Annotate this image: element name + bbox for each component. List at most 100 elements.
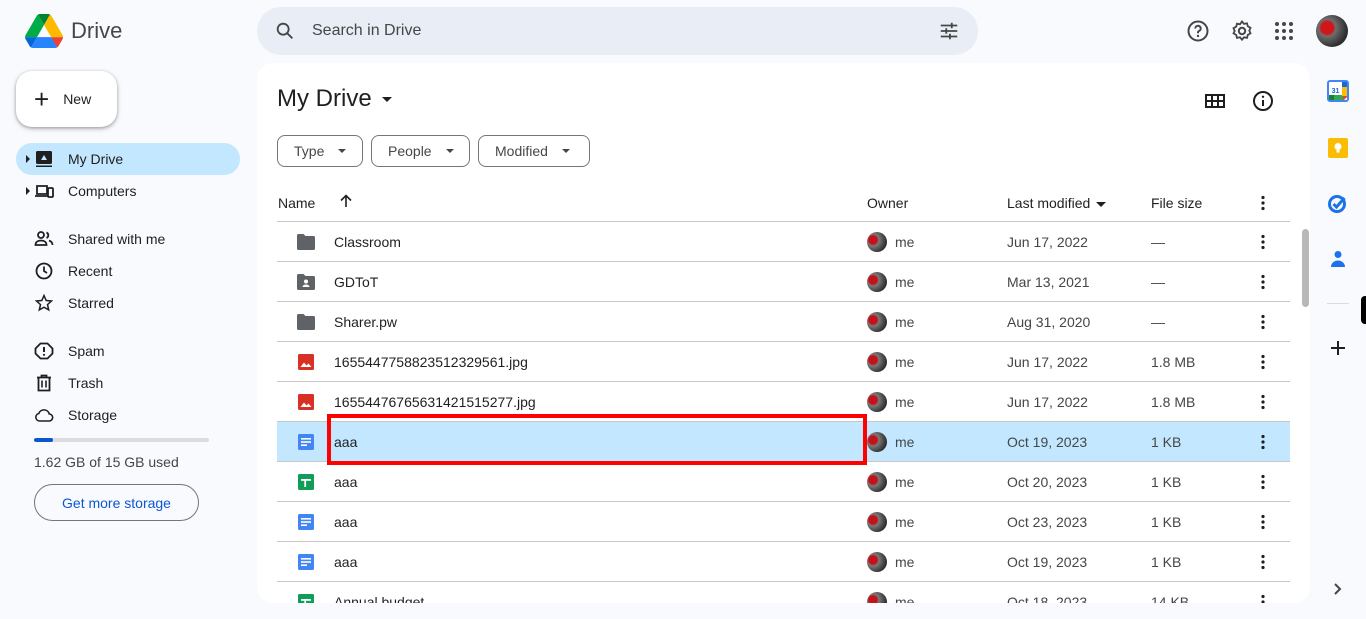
- file-name[interactable]: aaa: [334, 434, 357, 450]
- more-actions-icon[interactable]: [1253, 432, 1273, 452]
- file-row[interactable]: Classroom me Jun 17, 2022 —: [277, 222, 1290, 262]
- storage-usage-bar: [34, 438, 209, 442]
- more-actions-icon[interactable]: [1253, 392, 1273, 412]
- owner-avatar: [867, 432, 887, 452]
- shared-icon: [34, 231, 54, 246]
- sort-ascending-icon[interactable]: [338, 193, 354, 209]
- sidebar-item-spam[interactable]: Spam: [16, 335, 240, 367]
- expand-side-panel-chevron-icon[interactable]: [1328, 580, 1346, 598]
- new-button[interactable]: + New: [16, 71, 117, 127]
- file-row[interactable]: Sharer.pw me Aug 31, 2020 —: [277, 302, 1290, 342]
- sidebar-item-storage[interactable]: Storage: [16, 399, 240, 431]
- keep-icon[interactable]: [1327, 137, 1349, 159]
- more-actions-icon[interactable]: [1253, 472, 1273, 492]
- more-actions-icon[interactable]: [1253, 272, 1273, 292]
- trash-icon: [37, 374, 51, 392]
- search-input[interactable]: [312, 22, 872, 40]
- rail-divider: [1327, 303, 1349, 304]
- file-name[interactable]: aaa: [334, 554, 357, 570]
- account-avatar[interactable]: [1316, 15, 1348, 47]
- search-options-icon[interactable]: [938, 20, 960, 42]
- sidebar-item-my-drive[interactable]: My Drive: [16, 143, 240, 175]
- my-drive-title-dropdown[interactable]: My Drive: [277, 85, 392, 113]
- file-name[interactable]: 16554476765631421515277.jpg: [334, 394, 536, 410]
- file-name[interactable]: aaa: [334, 514, 357, 530]
- tasks-icon[interactable]: [1327, 192, 1349, 214]
- contacts-icon[interactable]: [1327, 248, 1349, 270]
- file-name[interactable]: aaa: [334, 474, 357, 490]
- more-actions-icon[interactable]: [1253, 512, 1273, 532]
- file-owner: me: [895, 514, 915, 530]
- more-actions-icon[interactable]: [1253, 352, 1273, 372]
- my-drive-icon: [36, 151, 52, 167]
- file-row[interactable]: aaa me Oct 19, 2023 1 KB: [277, 542, 1290, 582]
- sidebar-item-trash[interactable]: Trash: [16, 367, 240, 399]
- expand-arrow-icon[interactable]: [26, 155, 30, 163]
- more-actions-icon[interactable]: [1253, 552, 1273, 572]
- shared-folder-icon: [297, 274, 315, 290]
- side-panel-tab[interactable]: [1361, 296, 1366, 324]
- file-row[interactable]: 16554477588235123295​61.jpg me Jun 17, 202…: [277, 342, 1290, 382]
- sidebar-item-starred[interactable]: Starred: [16, 287, 240, 319]
- svg-text:31: 31: [1332, 88, 1340, 95]
- more-actions-icon[interactable]: [1253, 592, 1273, 603]
- plus-icon: +: [34, 84, 50, 114]
- column-options-icon[interactable]: [1253, 193, 1273, 213]
- file-name[interactable]: Classroom: [334, 234, 401, 250]
- file-size: —: [1151, 234, 1165, 250]
- sidebar-item-label: Computers: [68, 183, 137, 199]
- app-name: Drive: [71, 18, 123, 43]
- sidebar-item-shared-with-me[interactable]: Shared with me: [16, 223, 240, 255]
- file-owner: me: [895, 354, 915, 370]
- file-size: 14 KB: [1151, 594, 1190, 603]
- apps-icon[interactable]: [1272, 19, 1296, 43]
- file-row[interactable]: GDToT me Mar 13, 2021 —: [277, 262, 1290, 302]
- owner-avatar: [867, 592, 887, 603]
- file-row[interactable]: aaa me Oct 20, 2023 1 KB: [277, 462, 1290, 502]
- search-icon[interactable]: [274, 20, 296, 42]
- filter-people[interactable]: People: [371, 135, 470, 167]
- calendar-icon[interactable]: 31: [1327, 80, 1349, 102]
- column-header-last-modified[interactable]: Last modified: [1007, 195, 1107, 211]
- more-actions-icon[interactable]: [1253, 232, 1273, 252]
- file-row[interactable]: aaa me Oct 19, 2023 1 KB: [277, 422, 1290, 462]
- drive-logo[interactable]: Drive: [25, 14, 122, 48]
- file-size: —: [1151, 314, 1165, 330]
- file-name[interactable]: GDToT: [334, 274, 378, 290]
- add-addon-icon[interactable]: [1327, 337, 1349, 359]
- folder-icon: [297, 234, 315, 250]
- file-owner: me: [895, 234, 915, 250]
- get-more-storage-button[interactable]: Get more storage: [34, 484, 199, 521]
- expand-arrow-icon[interactable]: [26, 187, 30, 195]
- file-last-modified: Oct 23, 2023: [1007, 514, 1088, 530]
- grid-view-icon[interactable]: [1203, 89, 1227, 113]
- new-button-label: New: [63, 91, 92, 107]
- file-size: 1.8 MB: [1151, 354, 1196, 370]
- drive-logo-icon: [25, 14, 63, 48]
- file-list-scrollbar[interactable]: [1302, 229, 1309, 307]
- sidebar-item-computers[interactable]: Computers: [16, 175, 240, 207]
- filter-modified[interactable]: Modified: [478, 135, 590, 167]
- file-name[interactable]: 16554477588235123295​61.jpg: [334, 354, 528, 370]
- storage-usage-fill: [34, 438, 53, 442]
- settings-icon[interactable]: [1230, 19, 1254, 43]
- file-row[interactable]: aaa me Oct 23, 2023 1 KB: [277, 502, 1290, 542]
- sidebar-item-label: Trash: [68, 375, 104, 391]
- file-owner: me: [895, 474, 915, 490]
- column-header-name[interactable]: Name: [278, 195, 315, 211]
- column-header-owner[interactable]: Owner: [867, 195, 908, 211]
- sidebar-item-recent[interactable]: Recent: [16, 255, 240, 287]
- info-icon[interactable]: [1251, 89, 1275, 113]
- file-name[interactable]: Sharer.pw: [334, 314, 397, 330]
- file-row[interactable]: 16554476765631421515277.jpg me Jun 17, 202…: [277, 382, 1290, 422]
- help-icon[interactable]: [1186, 19, 1210, 43]
- owner-avatar: [867, 232, 887, 252]
- file-row[interactable]: Annual budget me Oct 18, 2023 14 KB: [277, 582, 1290, 603]
- filter-type[interactable]: Type: [277, 135, 363, 167]
- more-actions-icon[interactable]: [1253, 312, 1273, 332]
- search-bar[interactable]: [257, 7, 978, 55]
- owner-avatar: [867, 272, 887, 292]
- column-header-file-size[interactable]: File size: [1151, 195, 1202, 211]
- file-name[interactable]: Annual budget: [334, 594, 424, 603]
- computers-icon: [35, 185, 54, 198]
